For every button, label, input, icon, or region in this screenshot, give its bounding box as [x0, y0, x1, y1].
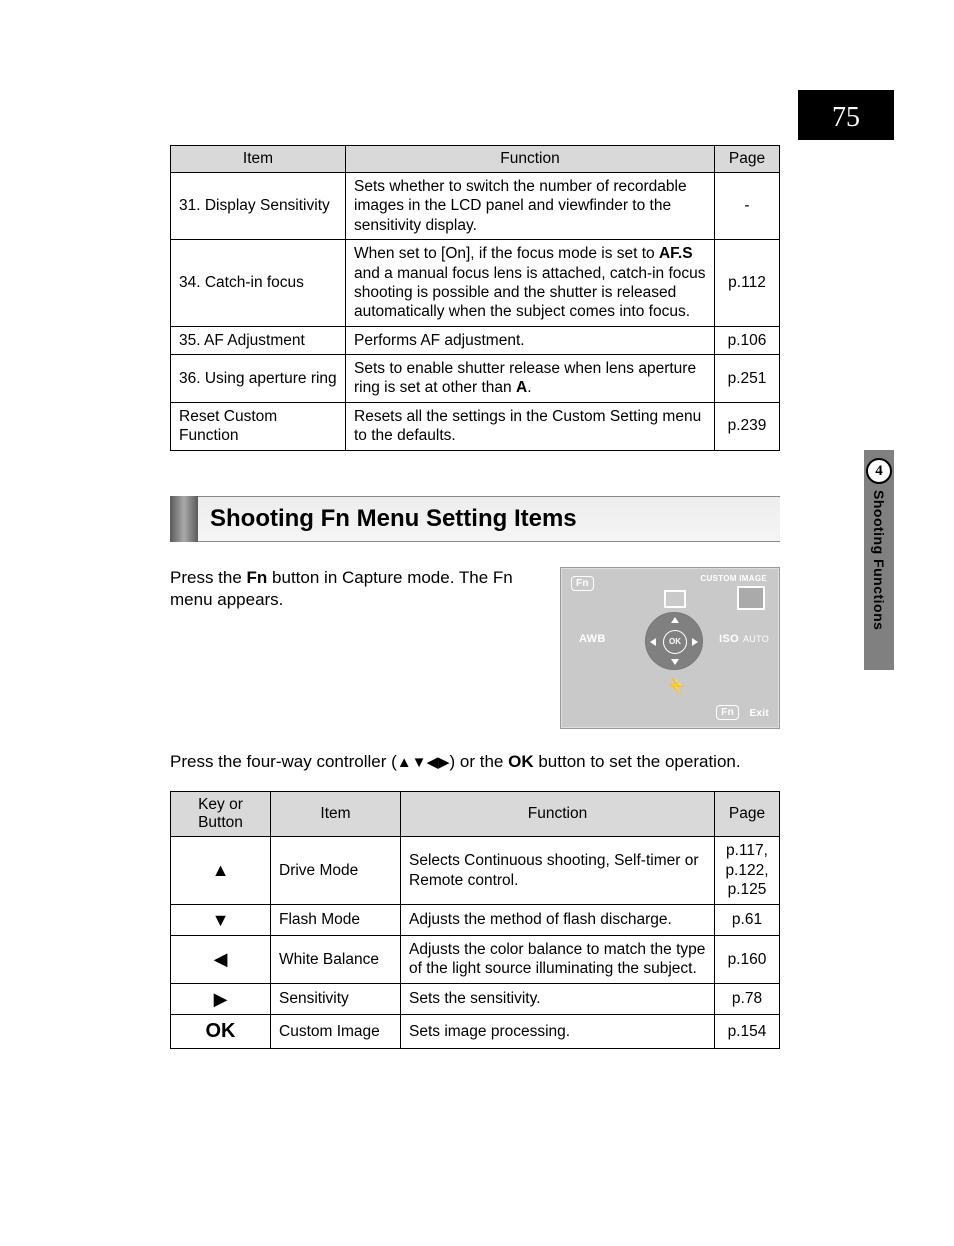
cell-item: White Balance: [271, 936, 401, 984]
table-row: 36. Using aperture ring Sets to enable s…: [171, 355, 780, 403]
cell-item: Sensitivity: [271, 983, 401, 1015]
table-header: Item: [171, 146, 346, 173]
cell-page: p.78: [715, 983, 780, 1015]
cell-page: p.112: [715, 240, 780, 327]
cell-page: p.117, p.122, p.125: [715, 837, 780, 904]
heading-accent: [170, 496, 198, 542]
table-row: ▶ Sensitivity Sets the sensitivity. p.78: [171, 983, 780, 1015]
key-right-icon: ▶: [171, 983, 271, 1015]
cell-function: Resets all the settings in the Custom Se…: [346, 402, 715, 450]
fn-menu-illustration: Fn CUSTOM IMAGE AWB OK ISO AUTO ⚡ Fn Exi…: [560, 567, 780, 729]
down-arrow-icon: [671, 659, 679, 665]
cell-function: When set to [On], if the focus mode is s…: [346, 240, 715, 327]
page-number: 75: [798, 90, 894, 140]
up-arrow-icon: [671, 617, 679, 623]
section-tab: 4 Shooting Functions: [864, 450, 894, 670]
table-row: ▲ Drive Mode Selects Continuous shooting…: [171, 837, 780, 904]
section-number: 4: [866, 458, 892, 484]
auto-label: AUTO: [743, 634, 769, 644]
table-row: 34. Catch-in focus When set to [On], if …: [171, 240, 780, 327]
cell-function: Adjusts the method of flash discharge.: [401, 904, 715, 936]
key-left-icon: ◀: [171, 936, 271, 984]
cell-item: Drive Mode: [271, 837, 401, 904]
cell-page: p.160: [715, 936, 780, 984]
nav-controller-icon: OK: [645, 612, 703, 670]
cell-function: Sets the sensitivity.: [401, 983, 715, 1015]
custom-image-icon: [737, 586, 765, 610]
cell-item: 34. Catch-in focus: [171, 240, 346, 327]
table-row: Reset Custom Function Resets all the set…: [171, 402, 780, 450]
exit-fn-badge: Fn: [716, 705, 739, 720]
table-header: Page: [715, 146, 780, 173]
awb-label: AWB: [579, 633, 606, 645]
table-row: 35. AF Adjustment Performs AF adjustment…: [171, 326, 780, 354]
cell-function: Selects Continuous shooting, Self-timer …: [401, 837, 715, 904]
cell-function: Sets to enable shutter release when lens…: [346, 355, 715, 403]
table-header: Function: [401, 792, 715, 837]
table-row: 31. Display Sensitivity Sets whether to …: [171, 173, 780, 240]
cell-page: -: [715, 173, 780, 240]
cell-page: p.251: [715, 355, 780, 403]
ok-center: OK: [663, 630, 687, 654]
cell-function: Sets image processing.: [401, 1015, 715, 1049]
cell-item: Custom Image: [271, 1015, 401, 1049]
table-row: ▼ Flash Mode Adjusts the method of flash…: [171, 904, 780, 936]
left-arrow-icon: [650, 638, 656, 646]
section-title: Shooting Functions: [871, 490, 887, 630]
top-icon: [664, 590, 686, 608]
exit-label: Exit: [749, 708, 769, 719]
table-header: Page: [715, 792, 780, 837]
cell-page: p.154: [715, 1015, 780, 1049]
flash-icon: ⚡: [667, 676, 687, 696]
cell-item: Flash Mode: [271, 904, 401, 936]
table-header: Item: [271, 792, 401, 837]
cell-function: Adjusts the color balance to match the t…: [401, 936, 715, 984]
cell-function: Sets whether to switch the number of rec…: [346, 173, 715, 240]
table-row: ◀ White Balance Adjusts the color balanc…: [171, 936, 780, 984]
key-up-icon: ▲: [171, 837, 271, 904]
custom-image-label: CUSTOM IMAGE: [700, 574, 767, 583]
cell-item: 35. AF Adjustment: [171, 326, 346, 354]
cell-item: 36. Using aperture ring: [171, 355, 346, 403]
fn-menu-table: Key or Button Item Function Page ▲ Drive…: [170, 791, 780, 1049]
custom-settings-table: Item Function Page 31. Display Sensitivi…: [170, 145, 780, 451]
table-header: Function: [346, 146, 715, 173]
key-down-icon: ▼: [171, 904, 271, 936]
table-row: OK Custom Image Sets image processing. p…: [171, 1015, 780, 1049]
cell-page: p.239: [715, 402, 780, 450]
section-heading: Shooting Fn Menu Setting Items: [198, 496, 780, 542]
cell-item: Reset Custom Function: [171, 402, 346, 450]
section-heading-block: Shooting Fn Menu Setting Items: [170, 496, 780, 542]
cell-page: p.61: [715, 904, 780, 936]
cell-item: 31. Display Sensitivity: [171, 173, 346, 240]
right-arrow-icon: [692, 638, 698, 646]
table-header: Key or Button: [171, 792, 271, 837]
iso-label: ISO: [719, 633, 739, 645]
fn-badge: Fn: [571, 576, 594, 591]
cell-page: p.106: [715, 326, 780, 354]
key-ok-icon: OK: [171, 1015, 271, 1049]
intro-text-1: Press the Fn button in Capture mode. The…: [170, 567, 540, 613]
cell-function: Performs AF adjustment.: [346, 326, 715, 354]
intro-text-2: Press the four-way controller (▲▼◀▶) or …: [170, 751, 780, 774]
